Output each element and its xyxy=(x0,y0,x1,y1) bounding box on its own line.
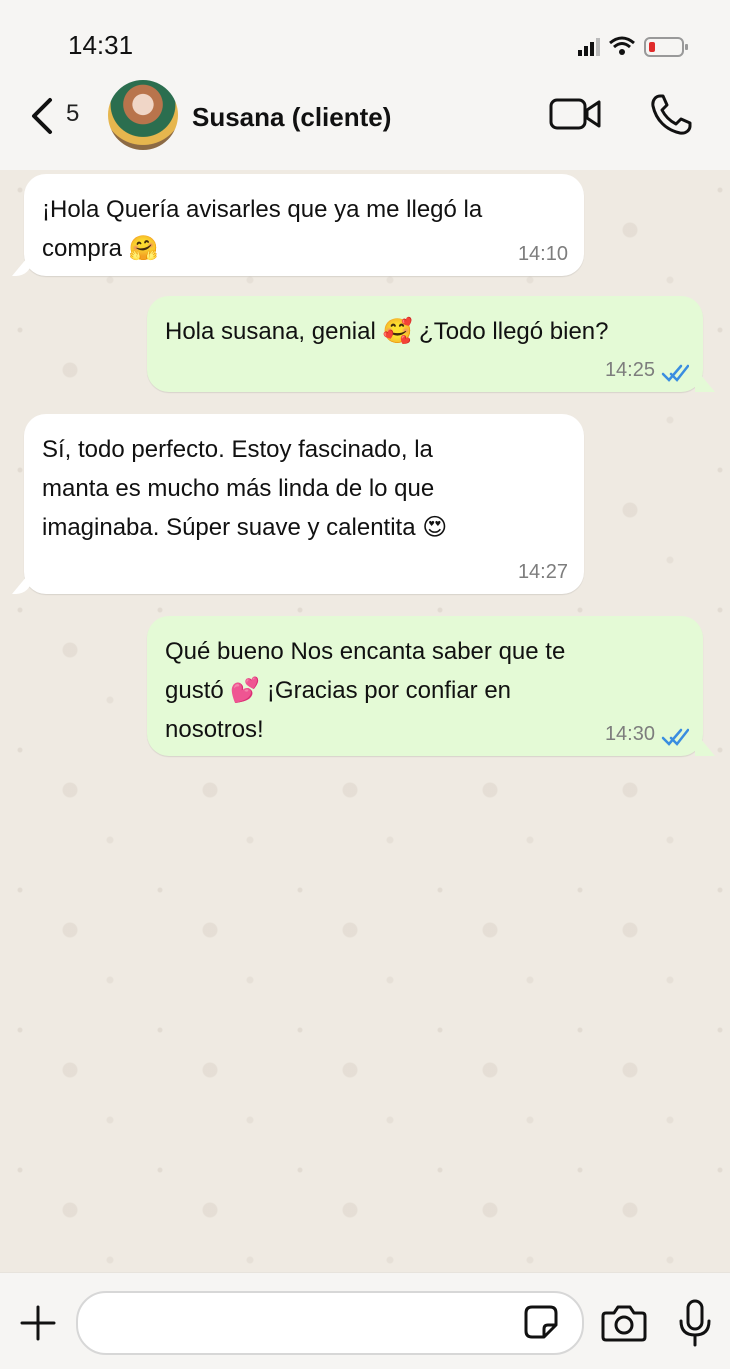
chat-header: 5 Susana (cliente) xyxy=(0,80,730,171)
message-bubble-outgoing[interactable]: Qué bueno Nos encanta saber que te gustó… xyxy=(147,616,703,756)
message-bubble-incoming[interactable]: ¡Hola Quería avisarles que ya me llegó l… xyxy=(24,174,584,276)
message-bubble-outgoing[interactable]: Hola susana, genial 🥰 ¿Todo llegó bien? … xyxy=(147,296,703,392)
message-text: Sí, todo perfecto. Estoy fascinado, la m… xyxy=(42,436,448,541)
status-bar: 14:31 xyxy=(0,0,730,80)
signal-wifi-battery-icon xyxy=(578,36,688,57)
double-check-icon xyxy=(661,364,689,382)
avatar[interactable] xyxy=(108,80,178,150)
status-icons xyxy=(574,34,694,58)
phone-icon[interactable] xyxy=(648,92,694,138)
message-text: Hola susana, genial 🥰 ¿Todo llegó bien? xyxy=(165,318,609,345)
plus-icon[interactable] xyxy=(18,1303,58,1343)
contact-name[interactable]: Susana (cliente) xyxy=(192,102,391,133)
chat-area: ¡Hola Quería avisarles que ya me llegó l… xyxy=(0,170,730,1272)
status-time: 14:31 xyxy=(68,30,134,60)
camera-icon[interactable] xyxy=(600,1303,648,1343)
message-time: 14:30 xyxy=(604,723,655,745)
message-time: 14:27 xyxy=(517,561,568,583)
sticker-icon[interactable] xyxy=(524,1305,558,1339)
message-input-container[interactable] xyxy=(76,1291,584,1355)
composer-bar xyxy=(0,1272,730,1369)
unread-count[interactable]: 5 xyxy=(66,100,79,128)
double-check-icon xyxy=(661,728,689,746)
chevron-left-icon[interactable] xyxy=(26,94,60,138)
video-camera-icon[interactable] xyxy=(548,94,602,134)
message-input[interactable] xyxy=(96,1307,520,1341)
microphone-icon[interactable] xyxy=(678,1299,712,1347)
message-bubble-incoming[interactable]: Sí, todo perfecto. Estoy fascinado, la m… xyxy=(24,414,584,594)
message-time: 14:25 xyxy=(604,359,655,381)
message-time: 14:10 xyxy=(517,243,568,265)
message-text: ¡Hola Quería avisarles que ya me llegó l… xyxy=(42,196,483,262)
